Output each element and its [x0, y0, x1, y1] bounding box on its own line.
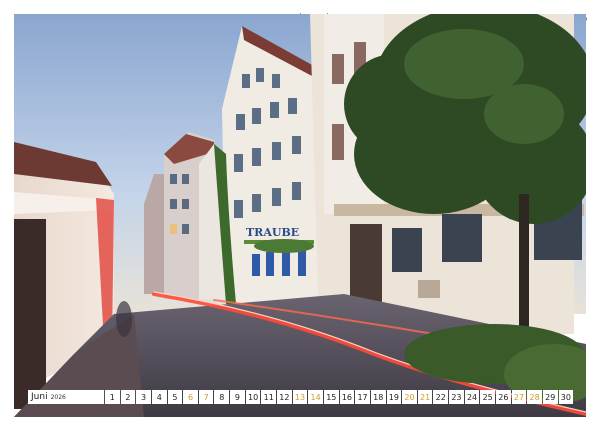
calendar-day: 25	[480, 390, 496, 404]
calendar-day: 11	[261, 390, 277, 404]
calendar-day: 6	[183, 390, 198, 404]
calendar-day: 8	[214, 390, 230, 404]
calendar-day: 14	[308, 390, 323, 404]
calendar-day: 18	[370, 390, 386, 404]
calendar-day: 9	[230, 390, 245, 404]
calendar-day: 4	[151, 390, 167, 404]
year-label: 2026	[50, 393, 66, 401]
calendar-day: 3	[136, 390, 151, 404]
calendar-day: 19	[386, 390, 402, 404]
calendar-day: 2	[120, 390, 136, 404]
calendar-strip: Juni 2026 1 2 3 4 5 6 7 8 9 10 11 12 13 14 15 16 17 18 19 2…	[28, 390, 574, 404]
calendar-day: 7	[198, 390, 214, 404]
calendar-day: 1	[105, 390, 120, 404]
calendar-day: 16	[339, 390, 355, 404]
calendar-day: 27	[511, 390, 527, 404]
calendar-day: 28	[527, 390, 542, 404]
calendar-day: 22	[433, 390, 449, 404]
sign-traube: TRAUBE	[246, 226, 299, 239]
calendar-day: 13	[292, 390, 308, 404]
calendar-day: 21	[417, 390, 433, 404]
calendar-day: 12	[277, 390, 292, 404]
calendar-day: 23	[449, 390, 464, 404]
calendar-day: 20	[402, 390, 417, 404]
calendar-day: 30	[558, 390, 574, 404]
calendar-day: 5	[167, 390, 183, 404]
month-label: Juni	[31, 392, 48, 402]
calendar-day: 15	[323, 390, 339, 404]
calendar-day: 24	[464, 390, 480, 404]
month-cell: Juni 2026	[28, 390, 104, 404]
calendar-day: 26	[496, 390, 511, 404]
calendar-photo: TRAUBE	[14, 14, 586, 417]
calendar-day: 29	[542, 390, 558, 404]
calendar-day: 17	[355, 390, 370, 404]
calendar-day: 10	[245, 390, 261, 404]
